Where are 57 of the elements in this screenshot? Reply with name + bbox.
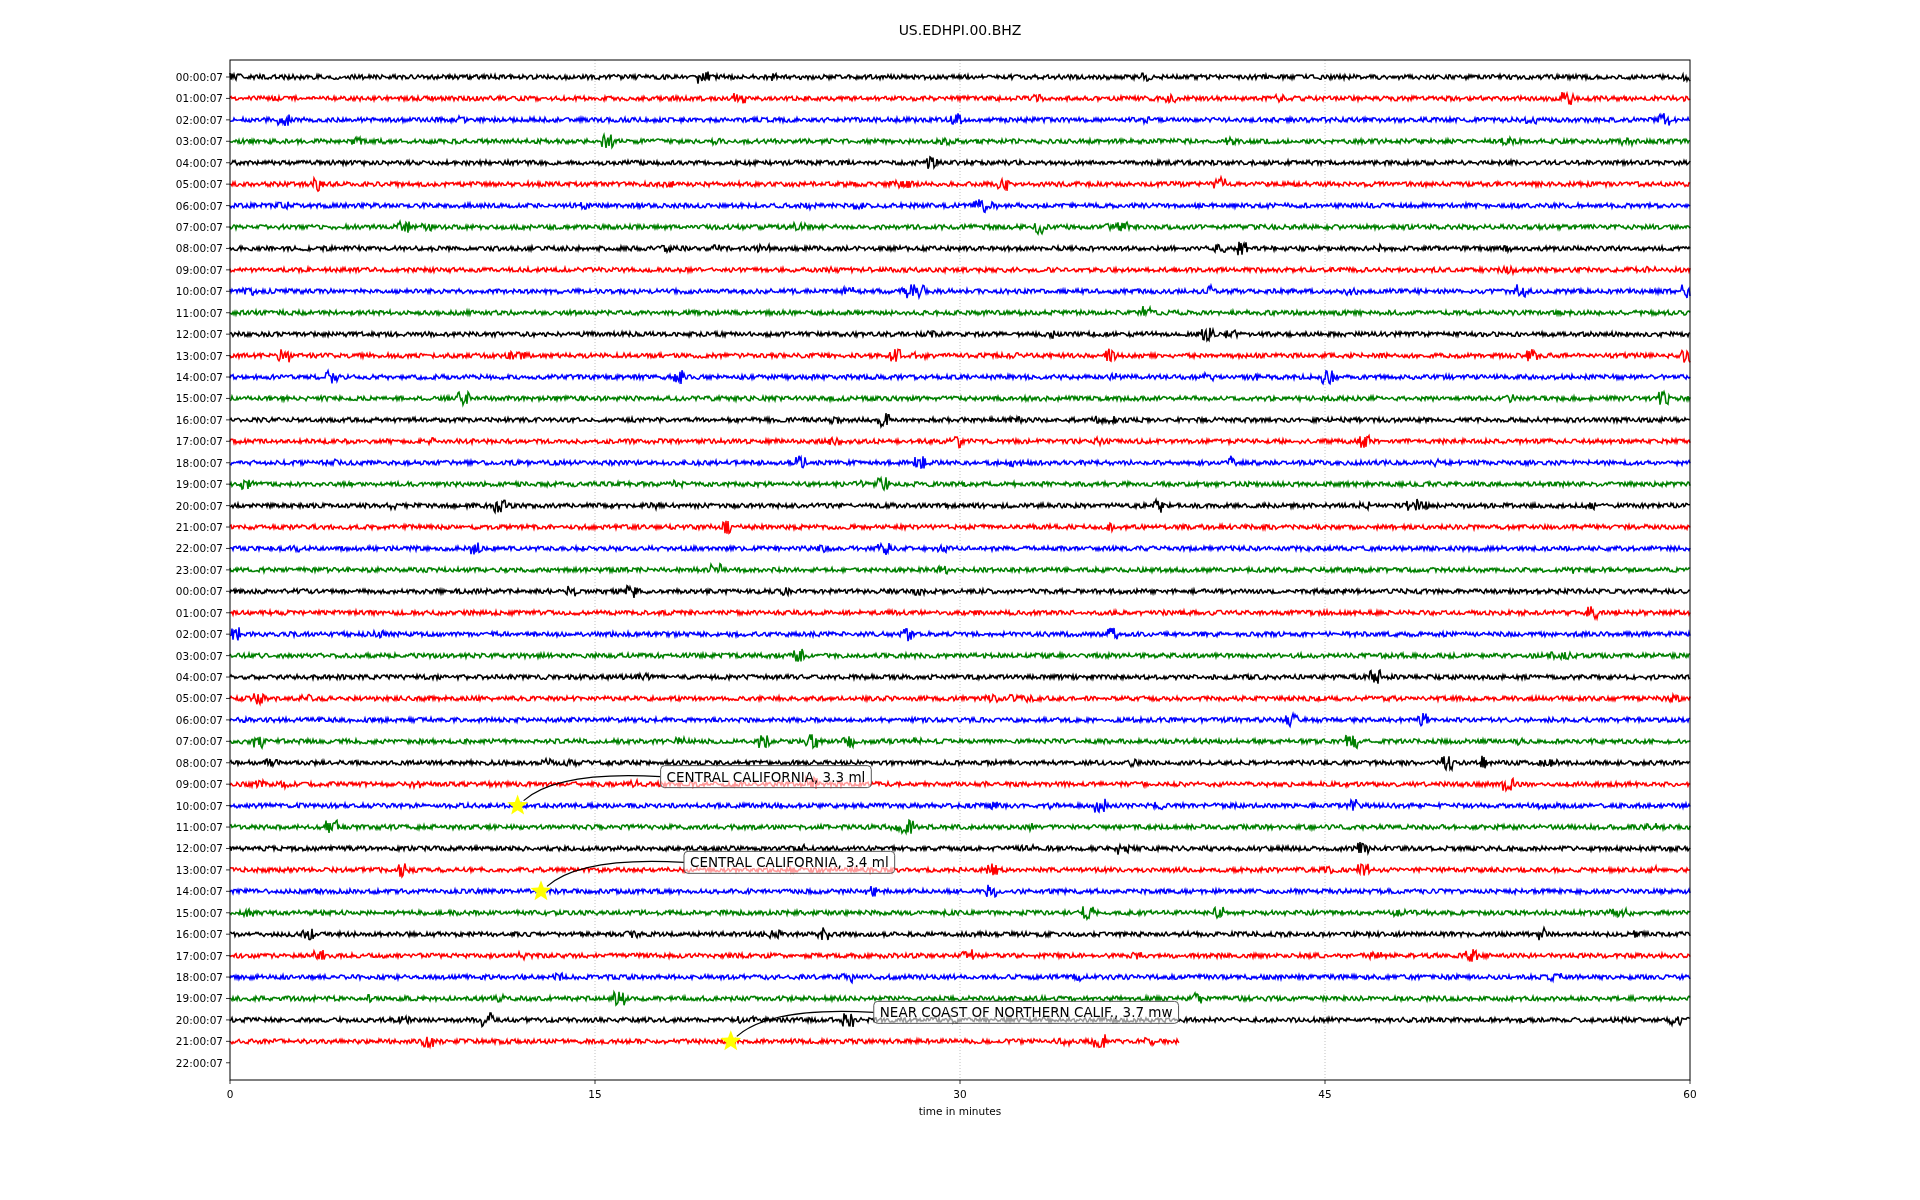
row-time-label: 05:00:07 — [175, 692, 223, 705]
row-time-label: 02:00:07 — [175, 113, 223, 126]
row-time-label: 09:00:07 — [175, 778, 223, 791]
row-time-label: 19:00:07 — [175, 992, 223, 1005]
row-time-label: 04:00:07 — [175, 671, 223, 684]
x-tick-label: 45 — [1318, 1088, 1332, 1100]
x-tick-label: 30 — [953, 1088, 967, 1100]
row-time-label: 07:00:07 — [175, 221, 223, 233]
row-time-label: 18:00:07 — [175, 456, 223, 469]
x-tick-label: 60 — [1683, 1088, 1697, 1100]
event-label: NEAR COAST OF NORTHERN CALIF., 3.7 mw — [873, 1000, 1180, 1024]
row-time-label: 20:00:07 — [175, 499, 223, 512]
row-time-label: 13:00:07 — [175, 349, 223, 362]
row-time-label: 18:00:07 — [175, 971, 223, 984]
row-time-label: 23:00:07 — [175, 563, 223, 576]
x-tick-label: 15 — [588, 1088, 602, 1100]
x-axis-label: time in minutes — [918, 1105, 1002, 1117]
row-time-label: 13:00:07 — [175, 863, 223, 876]
row-time-label: 04:00:07 — [175, 156, 223, 169]
event-label: CENTRAL CALIFORNIA, 3.3 ml — [660, 765, 872, 789]
row-time-label: 20:00:07 — [175, 1013, 223, 1026]
row-time-label: 11:00:07 — [175, 821, 223, 834]
row-time-label: 00:00:07 — [175, 71, 223, 83]
row-time-label: 12:00:07 — [175, 842, 223, 855]
row-time-label: 14:00:07 — [175, 885, 223, 898]
row-time-label: 17:00:07 — [175, 949, 223, 962]
row-time-label: 10:00:07 — [175, 799, 223, 812]
row-time-label: 01:00:07 — [175, 606, 223, 619]
x-tick-label: 0 — [226, 1088, 234, 1100]
row-time-label: 06:00:07 — [175, 199, 223, 212]
row-time-label: 05:00:07 — [175, 178, 223, 191]
row-time-label: 16:00:07 — [175, 413, 223, 426]
row-time-label: 03:00:07 — [175, 649, 223, 662]
row-time-label: 15:00:07 — [175, 392, 223, 405]
event-label: CENTRAL CALIFORNIA, 3.4 ml — [683, 850, 896, 874]
row-time-label: 19:00:07 — [175, 478, 223, 491]
row-time-label: 14:00:07 — [175, 371, 223, 383]
row-time-label: 21:00:07 — [175, 1035, 223, 1048]
row-time-label: 16:00:07 — [175, 928, 223, 941]
row-time-label: 08:00:07 — [175, 242, 223, 255]
row-time-label: 01:00:07 — [175, 92, 223, 105]
plot-title: US.EDHPI.00.BHZ — [898, 22, 1022, 38]
row-time-label: 12:00:07 — [175, 328, 223, 341]
row-time-label: 06:00:07 — [175, 713, 223, 726]
row-time-label: 00:00:07 — [175, 585, 223, 598]
row-time-label: 09:00:07 — [175, 263, 223, 276]
row-time-label: 21:00:07 — [175, 521, 223, 534]
row-time-label: 02:00:07 — [175, 628, 223, 641]
row-time-label: 15:00:07 — [175, 906, 223, 919]
row-time-label: 17:00:07 — [175, 435, 223, 448]
row-time-label: 11:00:07 — [175, 306, 223, 319]
row-time-label: 10:00:07 — [175, 285, 223, 298]
row-time-label: 07:00:07 — [175, 735, 223, 748]
row-time-label: 22:00:07 — [175, 542, 223, 555]
row-time-label: 08:00:07 — [175, 756, 223, 769]
row-time-label: 22:00:07 — [175, 1056, 223, 1069]
row-time-label: 03:00:07 — [175, 135, 223, 148]
